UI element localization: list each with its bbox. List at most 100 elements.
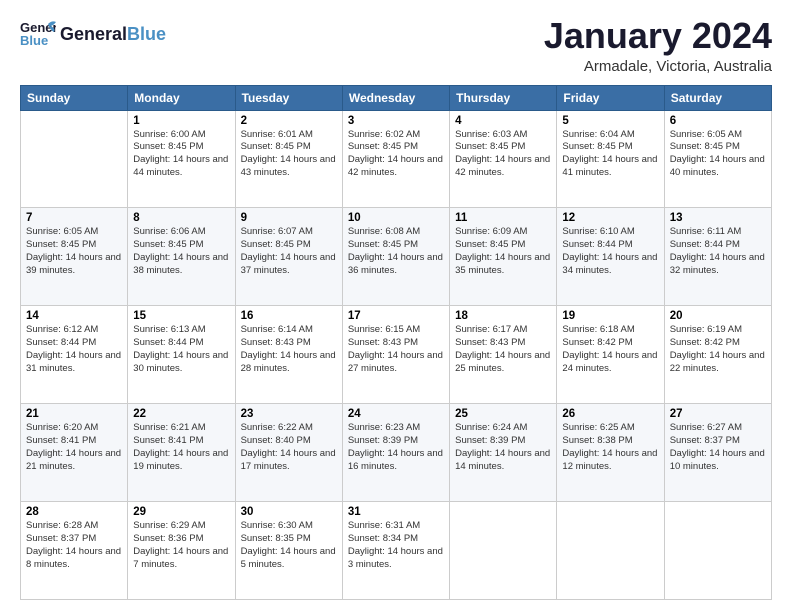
cell-sunrise: Sunrise: 6:29 AM	[133, 520, 229, 533]
cell-date: 17	[348, 310, 444, 322]
cell-daylight: Daylight: 14 hours and 30 minutes.	[133, 350, 229, 376]
cell-date: 24	[348, 408, 444, 420]
cell-sunrise: Sunrise: 6:08 AM	[348, 226, 444, 239]
cell-info: Sunrise: 6:06 AM Sunset: 8:45 PM Dayligh…	[133, 226, 229, 277]
cell-date: 25	[455, 408, 551, 420]
cell-daylight: Daylight: 14 hours and 10 minutes.	[670, 448, 766, 474]
cell-date: 31	[348, 506, 444, 518]
location: Armadale, Victoria, Australia	[544, 58, 772, 75]
cell-info: Sunrise: 6:08 AM Sunset: 8:45 PM Dayligh…	[348, 226, 444, 277]
cell-sunset: Sunset: 8:36 PM	[133, 533, 229, 546]
cell-sunset: Sunset: 8:44 PM	[670, 239, 766, 252]
cell-info: Sunrise: 6:10 AM Sunset: 8:44 PM Dayligh…	[562, 226, 658, 277]
cell-info: Sunrise: 6:25 AM Sunset: 8:38 PM Dayligh…	[562, 422, 658, 473]
cell-daylight: Daylight: 14 hours and 21 minutes.	[26, 448, 122, 474]
table-row	[557, 502, 664, 600]
cell-daylight: Daylight: 14 hours and 42 minutes.	[348, 154, 444, 180]
cell-sunrise: Sunrise: 6:14 AM	[241, 324, 337, 337]
cell-sunrise: Sunrise: 6:27 AM	[670, 422, 766, 435]
table-row: 7 Sunrise: 6:05 AM Sunset: 8:45 PM Dayli…	[21, 208, 128, 306]
cell-daylight: Daylight: 14 hours and 24 minutes.	[562, 350, 658, 376]
cell-sunset: Sunset: 8:42 PM	[670, 337, 766, 350]
cell-daylight: Daylight: 14 hours and 31 minutes.	[26, 350, 122, 376]
cell-daylight: Daylight: 14 hours and 8 minutes.	[26, 546, 122, 572]
cell-date: 13	[670, 212, 766, 224]
cell-sunrise: Sunrise: 6:05 AM	[670, 129, 766, 142]
cell-date: 9	[241, 212, 337, 224]
cell-info: Sunrise: 6:00 AM Sunset: 8:45 PM Dayligh…	[133, 129, 229, 180]
cell-sunrise: Sunrise: 6:02 AM	[348, 129, 444, 142]
cell-daylight: Daylight: 14 hours and 40 minutes.	[670, 154, 766, 180]
cell-info: Sunrise: 6:15 AM Sunset: 8:43 PM Dayligh…	[348, 324, 444, 375]
table-row: 17 Sunrise: 6:15 AM Sunset: 8:43 PM Dayl…	[342, 306, 449, 404]
table-row: 4 Sunrise: 6:03 AM Sunset: 8:45 PM Dayli…	[450, 110, 557, 208]
table-row: 23 Sunrise: 6:22 AM Sunset: 8:40 PM Dayl…	[235, 404, 342, 502]
cell-date: 22	[133, 408, 229, 420]
table-row: 11 Sunrise: 6:09 AM Sunset: 8:45 PM Dayl…	[450, 208, 557, 306]
cell-info: Sunrise: 6:18 AM Sunset: 8:42 PM Dayligh…	[562, 324, 658, 375]
cell-sunrise: Sunrise: 6:24 AM	[455, 422, 551, 435]
cell-sunset: Sunset: 8:45 PM	[670, 141, 766, 154]
cell-daylight: Daylight: 14 hours and 28 minutes.	[241, 350, 337, 376]
cell-sunset: Sunset: 8:45 PM	[133, 239, 229, 252]
cell-sunset: Sunset: 8:45 PM	[455, 141, 551, 154]
cell-daylight: Daylight: 14 hours and 37 minutes.	[241, 252, 337, 278]
cell-info: Sunrise: 6:04 AM Sunset: 8:45 PM Dayligh…	[562, 129, 658, 180]
cell-info: Sunrise: 6:28 AM Sunset: 8:37 PM Dayligh…	[26, 520, 122, 571]
cell-sunset: Sunset: 8:45 PM	[562, 141, 658, 154]
table-row: 31 Sunrise: 6:31 AM Sunset: 8:34 PM Dayl…	[342, 502, 449, 600]
cell-sunset: Sunset: 8:44 PM	[562, 239, 658, 252]
cell-daylight: Daylight: 14 hours and 38 minutes.	[133, 252, 229, 278]
header-monday: Monday	[128, 85, 235, 110]
cell-info: Sunrise: 6:20 AM Sunset: 8:41 PM Dayligh…	[26, 422, 122, 473]
cell-sunset: Sunset: 8:35 PM	[241, 533, 337, 546]
cell-sunrise: Sunrise: 6:11 AM	[670, 226, 766, 239]
cell-date: 30	[241, 506, 337, 518]
cell-date: 15	[133, 310, 229, 322]
cell-sunset: Sunset: 8:41 PM	[133, 435, 229, 448]
table-row: 21 Sunrise: 6:20 AM Sunset: 8:41 PM Dayl…	[21, 404, 128, 502]
calendar-week-4: 21 Sunrise: 6:20 AM Sunset: 8:41 PM Dayl…	[21, 404, 772, 502]
table-row: 27 Sunrise: 6:27 AM Sunset: 8:37 PM Dayl…	[664, 404, 771, 502]
cell-daylight: Daylight: 14 hours and 41 minutes.	[562, 154, 658, 180]
cell-sunrise: Sunrise: 6:30 AM	[241, 520, 337, 533]
cell-sunset: Sunset: 8:44 PM	[26, 337, 122, 350]
table-row: 8 Sunrise: 6:06 AM Sunset: 8:45 PM Dayli…	[128, 208, 235, 306]
table-row	[664, 502, 771, 600]
table-row: 26 Sunrise: 6:25 AM Sunset: 8:38 PM Dayl…	[557, 404, 664, 502]
cell-info: Sunrise: 6:05 AM Sunset: 8:45 PM Dayligh…	[26, 226, 122, 277]
cell-sunrise: Sunrise: 6:04 AM	[562, 129, 658, 142]
cell-daylight: Daylight: 14 hours and 43 minutes.	[241, 154, 337, 180]
table-row: 29 Sunrise: 6:29 AM Sunset: 8:36 PM Dayl…	[128, 502, 235, 600]
table-row: 25 Sunrise: 6:24 AM Sunset: 8:39 PM Dayl…	[450, 404, 557, 502]
table-row: 2 Sunrise: 6:01 AM Sunset: 8:45 PM Dayli…	[235, 110, 342, 208]
cell-date: 8	[133, 212, 229, 224]
page: General Blue GeneralBlue January 2024 Ar…	[0, 0, 792, 612]
table-row: 5 Sunrise: 6:04 AM Sunset: 8:45 PM Dayli…	[557, 110, 664, 208]
cell-sunset: Sunset: 8:43 PM	[241, 337, 337, 350]
cell-sunrise: Sunrise: 6:28 AM	[26, 520, 122, 533]
cell-info: Sunrise: 6:14 AM Sunset: 8:43 PM Dayligh…	[241, 324, 337, 375]
cell-date: 10	[348, 212, 444, 224]
cell-daylight: Daylight: 14 hours and 39 minutes.	[26, 252, 122, 278]
cell-info: Sunrise: 6:17 AM Sunset: 8:43 PM Dayligh…	[455, 324, 551, 375]
cell-info: Sunrise: 6:22 AM Sunset: 8:40 PM Dayligh…	[241, 422, 337, 473]
header-saturday: Saturday	[664, 85, 771, 110]
cell-daylight: Daylight: 14 hours and 42 minutes.	[455, 154, 551, 180]
logo-general: General	[60, 24, 127, 45]
cell-sunrise: Sunrise: 6:19 AM	[670, 324, 766, 337]
cell-daylight: Daylight: 14 hours and 3 minutes.	[348, 546, 444, 572]
table-row: 22 Sunrise: 6:21 AM Sunset: 8:41 PM Dayl…	[128, 404, 235, 502]
cell-date: 12	[562, 212, 658, 224]
header-thursday: Thursday	[450, 85, 557, 110]
cell-sunset: Sunset: 8:41 PM	[26, 435, 122, 448]
cell-sunrise: Sunrise: 6:10 AM	[562, 226, 658, 239]
cell-sunset: Sunset: 8:45 PM	[348, 141, 444, 154]
cell-sunrise: Sunrise: 6:17 AM	[455, 324, 551, 337]
month-title: January 2024	[544, 16, 772, 56]
cell-info: Sunrise: 6:31 AM Sunset: 8:34 PM Dayligh…	[348, 520, 444, 571]
cell-date: 16	[241, 310, 337, 322]
cell-date: 26	[562, 408, 658, 420]
cell-sunrise: Sunrise: 6:12 AM	[26, 324, 122, 337]
cell-date: 19	[562, 310, 658, 322]
